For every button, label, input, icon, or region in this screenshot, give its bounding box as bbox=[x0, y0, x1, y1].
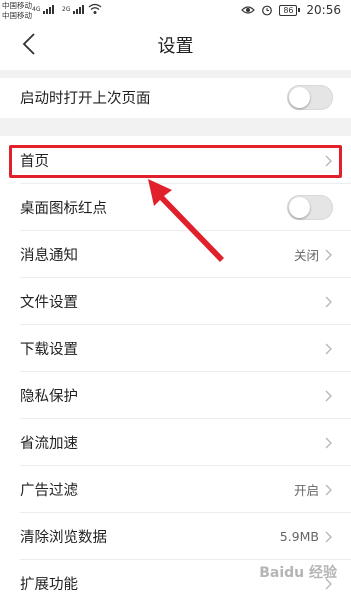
setting-label: 清除浏览数据 bbox=[20, 530, 107, 546]
carrier-1: 中国移动 bbox=[2, 1, 32, 10]
annotation-arrow-icon bbox=[148, 179, 224, 262]
status-bar: 中国移动 中国移动 4G 2G 86 20:56 bbox=[0, 0, 351, 22]
battery-level: 86 bbox=[279, 4, 298, 16]
setting-label: 隐私保护 bbox=[20, 389, 78, 405]
chevron-right-icon bbox=[325, 437, 332, 448]
chevron-right-icon bbox=[325, 531, 332, 542]
signal-1-icon: 4G bbox=[32, 5, 54, 14]
chevron-right-icon bbox=[325, 343, 332, 354]
annotation-highlight-box bbox=[9, 145, 342, 178]
section-gap bbox=[0, 118, 351, 136]
chevron-right-icon bbox=[325, 390, 332, 401]
setting-value: 关闭 bbox=[293, 248, 319, 263]
setting-label: 文件设置 bbox=[20, 295, 78, 311]
setting-value: 开启 bbox=[293, 483, 319, 498]
clock: 20:56 bbox=[306, 3, 341, 17]
restore-pages-toggle[interactable] bbox=[287, 85, 333, 110]
alarm-icon bbox=[262, 5, 273, 16]
setting-restore-last-pages[interactable]: 启动时打开上次页面 bbox=[0, 74, 351, 121]
setting-label: 启动时打开上次页面 bbox=[20, 91, 151, 107]
eye-icon bbox=[241, 6, 256, 14]
setting-ad-filter[interactable]: 广告过滤 开启 bbox=[0, 466, 351, 513]
setting-privacy[interactable]: 隐私保护 bbox=[0, 372, 351, 419]
net-2-text: 2G bbox=[62, 6, 71, 13]
setting-label: 广告过滤 bbox=[20, 483, 78, 499]
setting-file-settings[interactable]: 文件设置 bbox=[0, 278, 351, 325]
setting-label: 省流加速 bbox=[20, 436, 78, 452]
setting-clear-browsing-data[interactable]: 清除浏览数据 5.9MB bbox=[0, 513, 351, 560]
setting-value: 5.9MB bbox=[279, 529, 319, 544]
carrier-labels: 中国移动 中国移动 bbox=[2, 1, 32, 21]
chevron-right-icon bbox=[325, 484, 332, 495]
net-1-text: 4G bbox=[32, 6, 41, 13]
chevron-right-icon bbox=[325, 249, 332, 260]
page-title: 设置 bbox=[157, 36, 194, 57]
setting-label: 下载设置 bbox=[20, 342, 78, 358]
wifi-icon bbox=[88, 3, 102, 14]
header: 设置 bbox=[0, 22, 351, 68]
carrier-2: 中国移动 bbox=[2, 11, 32, 20]
setting-download-settings[interactable]: 下载设置 bbox=[0, 325, 351, 372]
chevron-right-icon bbox=[325, 296, 332, 307]
watermark: Baidu 经验 bbox=[259, 565, 337, 581]
setting-data-saver[interactable]: 省流加速 bbox=[0, 419, 351, 466]
battery-icon: 86 bbox=[279, 4, 301, 16]
red-dot-toggle[interactable] bbox=[287, 195, 333, 220]
